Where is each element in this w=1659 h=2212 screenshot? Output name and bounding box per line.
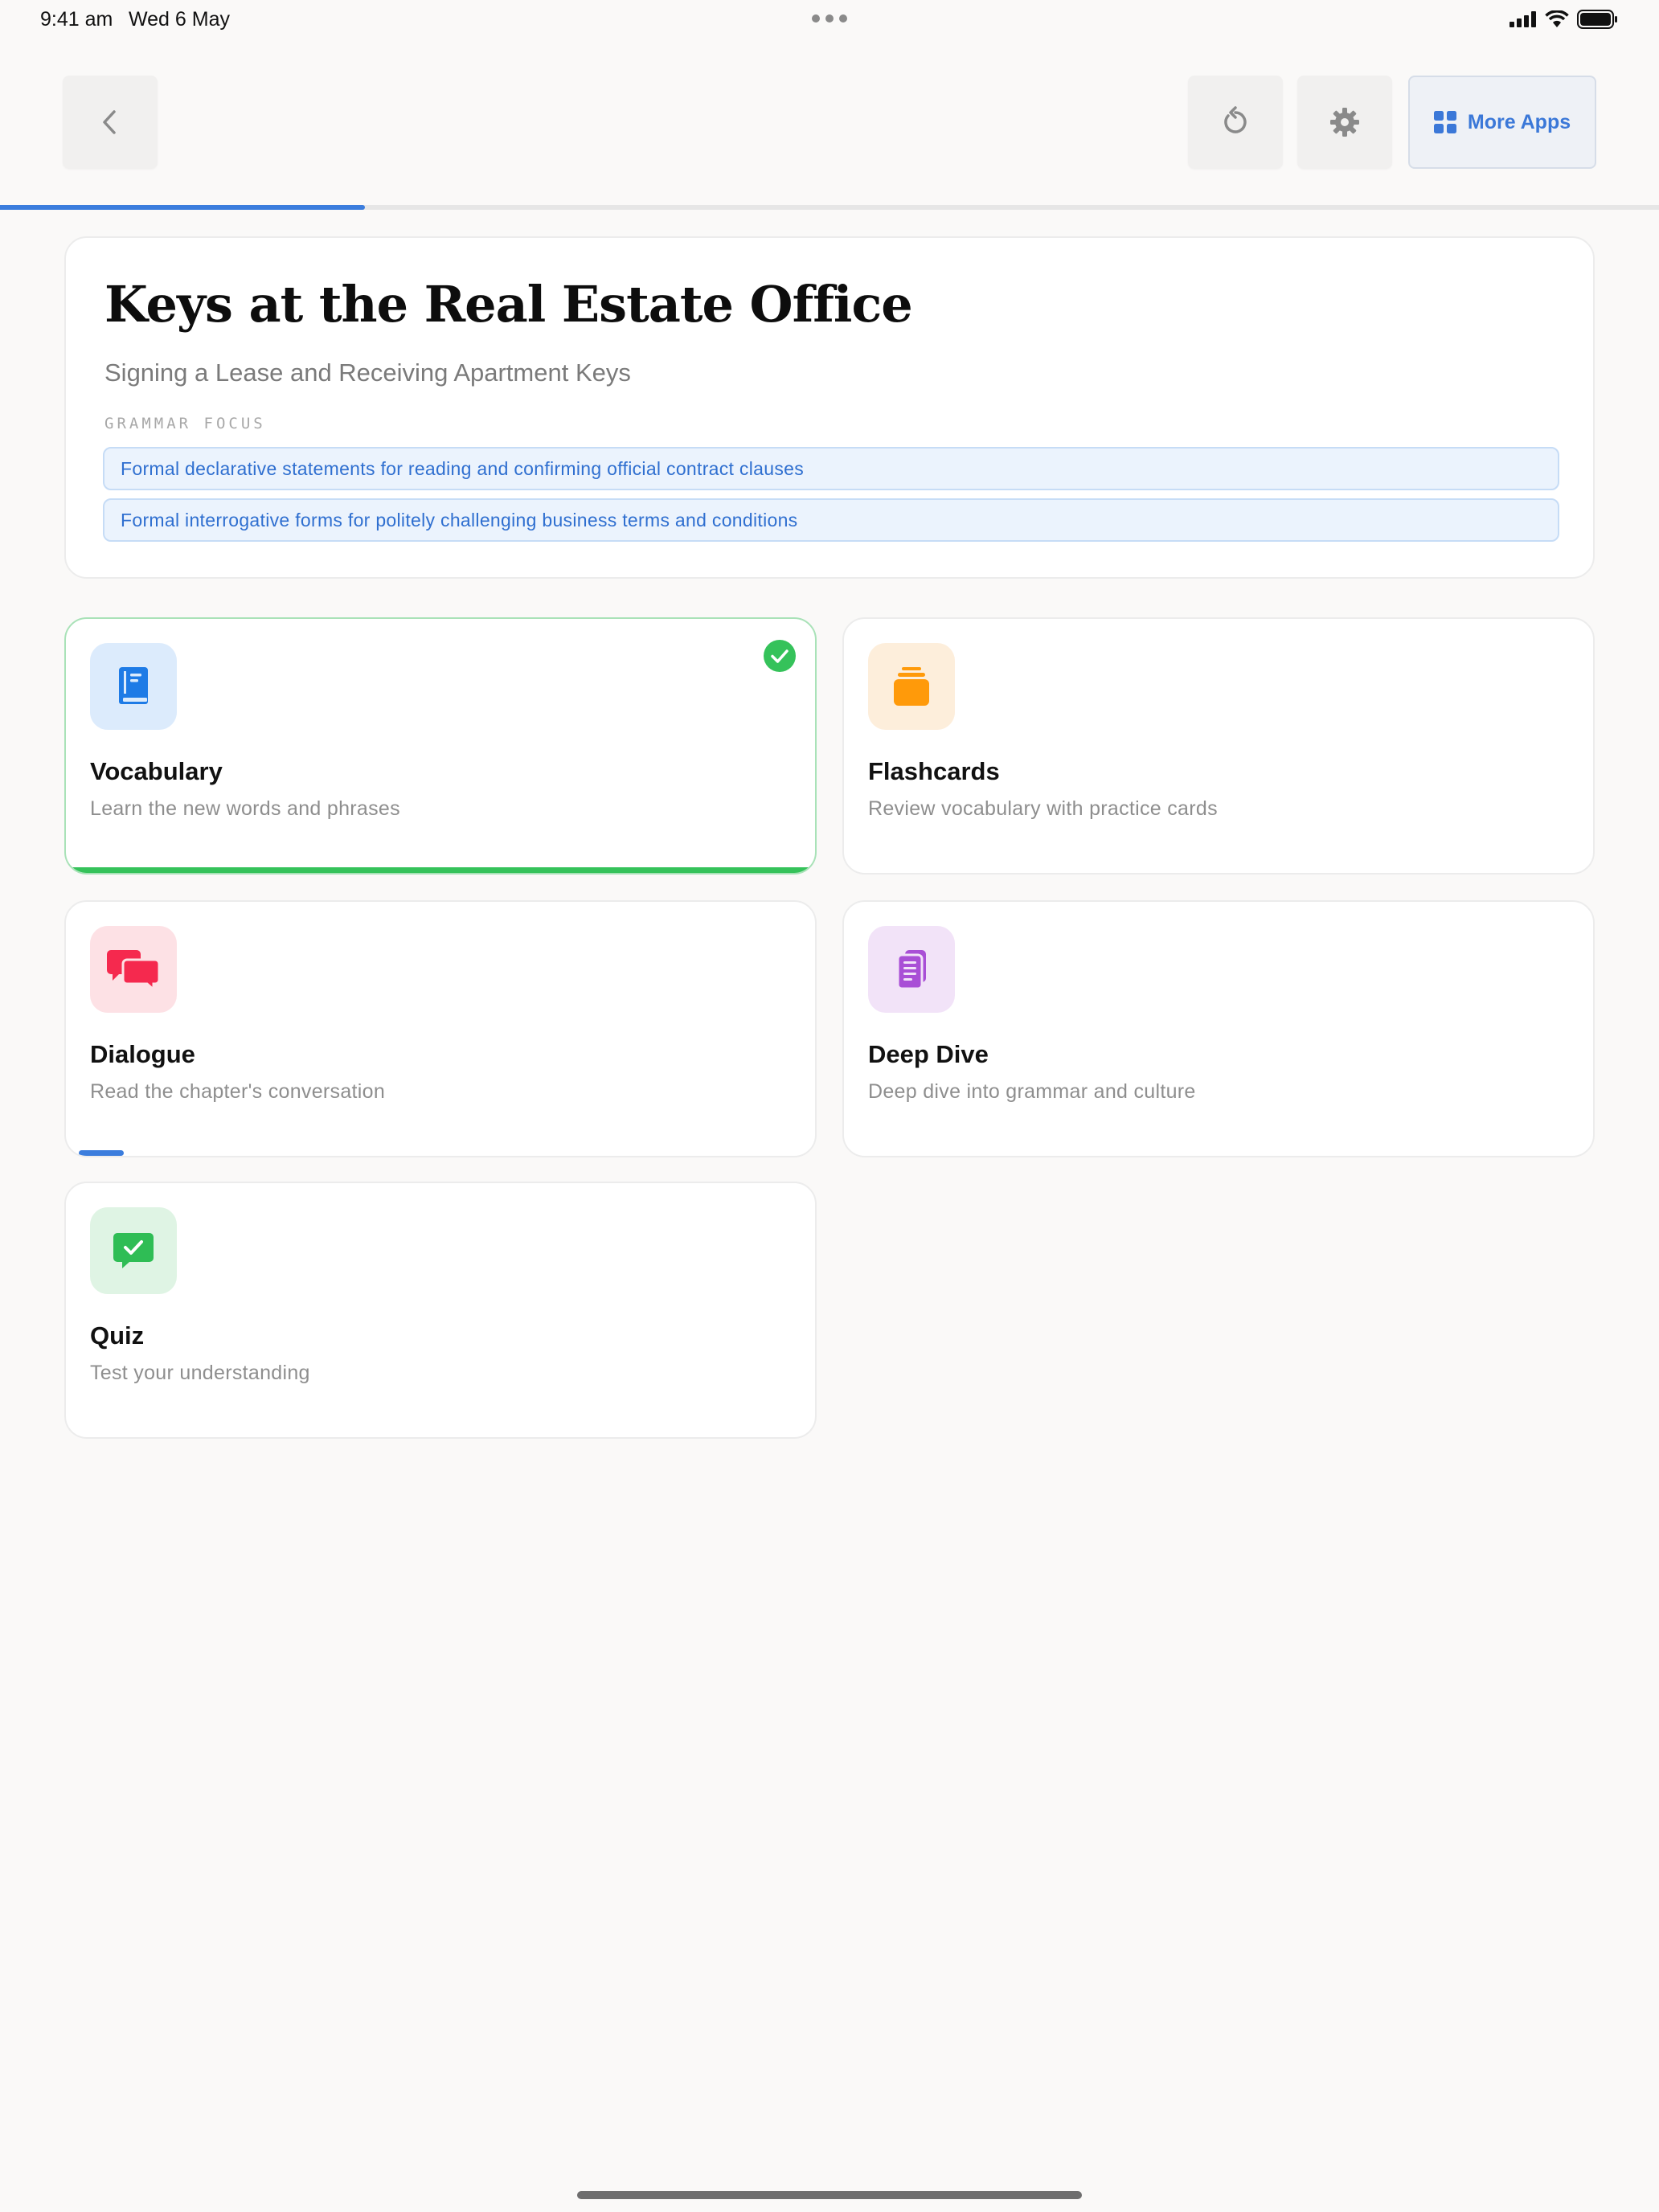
book-icon <box>119 667 148 704</box>
activity-card-deep-dive[interactable]: Deep Dive Deep dive into grammar and cul… <box>842 900 1595 1157</box>
activity-card-flashcards[interactable]: Flashcards Review vocabulary with practi… <box>842 617 1595 875</box>
activity-title: Vocabulary <box>90 757 223 785</box>
settings-button[interactable] <box>1297 76 1392 169</box>
cards-stack-icon <box>894 667 929 706</box>
home-indicator[interactable] <box>577 2191 1082 2199</box>
activity-card-dialogue[interactable]: Dialogue Read the chapter's conversation <box>64 900 817 1157</box>
activity-progress-bar <box>66 867 815 873</box>
chat-bubbles-icon <box>107 950 161 990</box>
check-message-icon <box>113 1233 154 1268</box>
gear-icon <box>1330 108 1359 137</box>
activity-card-vocabulary[interactable]: Vocabulary Learn the new words and phras… <box>64 617 817 875</box>
page-subtitle: Signing a Lease and Receiving Apartment … <box>104 358 631 387</box>
grammar-point-chip: Formal interrogative forms for politely … <box>103 498 1559 542</box>
grammar-point-chip: Formal declarative statements for readin… <box>103 447 1559 490</box>
multitasking-dots-icon[interactable] <box>812 14 847 23</box>
activity-title: Dialogue <box>90 1040 195 1068</box>
activity-icon-container <box>868 643 955 730</box>
chapter-progress-bar <box>0 205 1659 210</box>
activity-description: Read the chapter's conversation <box>90 1080 386 1103</box>
activity-icon-container <box>868 926 955 1013</box>
status-date: Wed 6 May <box>129 8 230 31</box>
status-time: 9:41 am <box>40 8 113 31</box>
grammar-focus-label: GRAMMAR FOCUS <box>104 415 266 432</box>
activity-title: Deep Dive <box>868 1040 989 1068</box>
status-bar: 9:41 am Wed 6 May <box>0 0 1659 40</box>
status-icons <box>1509 10 1619 29</box>
activity-title: Quiz <box>90 1321 145 1350</box>
chapter-header-card: Keys at the Real Estate Office Signing a… <box>64 236 1595 579</box>
chapter-progress-fill <box>0 205 366 210</box>
battery-icon <box>1577 10 1617 29</box>
back-button[interactable] <box>63 76 158 169</box>
activity-description: Deep dive into grammar and culture <box>868 1080 1196 1103</box>
more-apps-label: More Apps <box>1467 110 1571 133</box>
rotate-ccw-icon <box>1224 106 1247 133</box>
activity-card-quiz[interactable]: Quiz Test your understanding <box>64 1182 817 1439</box>
activity-icon-container <box>90 643 177 730</box>
activity-description: Review vocabulary with practice cards <box>868 797 1218 820</box>
cellular-signal-icon <box>1509 11 1536 27</box>
reset-button[interactable] <box>1188 76 1283 169</box>
activity-description: Test your understanding <box>90 1362 310 1384</box>
completed-check-icon <box>764 640 796 676</box>
wifi-icon <box>1545 10 1569 27</box>
activity-progress-bar <box>79 1150 124 1156</box>
activity-icon-container <box>90 926 177 1013</box>
document-icon <box>896 950 926 990</box>
app-screen: 9:41 am Wed 6 May More Apps Keys at the … <box>0 0 1659 2212</box>
activity-icon-container <box>90 1207 177 1294</box>
activity-title: Flashcards <box>868 757 1000 785</box>
page-title: Keys at the Real Estate Office <box>104 275 913 334</box>
activity-description: Learn the new words and phrases <box>90 797 400 820</box>
more-apps-button[interactable]: More Apps <box>1408 76 1596 169</box>
grid-icon <box>1433 111 1456 133</box>
chevron-left-icon <box>103 110 116 134</box>
